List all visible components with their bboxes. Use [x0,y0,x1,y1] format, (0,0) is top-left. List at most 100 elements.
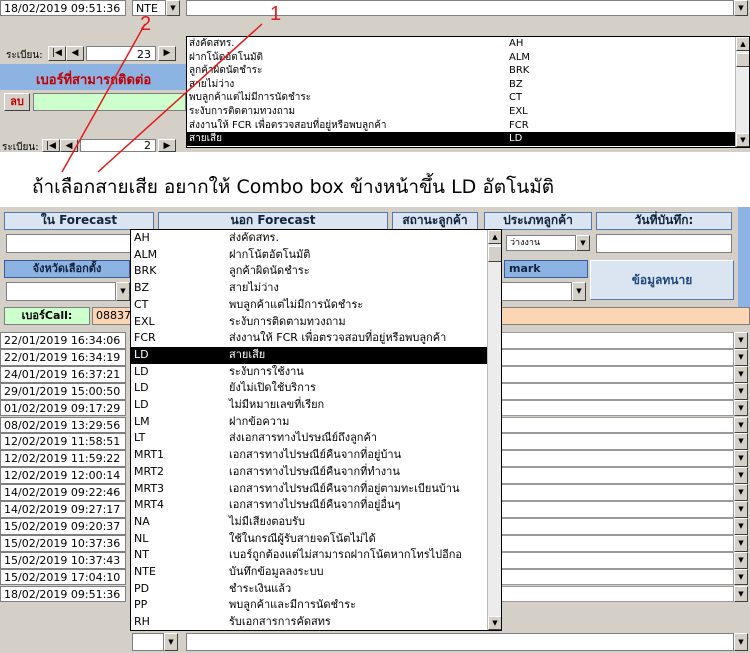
top-panel: 18/02/2019 09:51:36 NTE ▼ ▼ ระเบียน: |◀ … [0,0,750,173]
list-item[interactable]: CT พบลูกค้าแต่ไม่มีการนัดชำระ [131,297,487,314]
list-item[interactable]: RH รับเอกสารการคัดสทร [131,614,487,630]
timestamp-cell[interactable]: 18/02/2019 09:51:36 [0,585,126,603]
chevron-down-icon[interactable]: ▼ [734,568,748,586]
timestamp-cell[interactable]: 15/02/2019 10:37:43 [0,551,126,569]
desc-combo-cell[interactable] [500,399,734,417]
list-item[interactable]: BZ สายไม่ว่าง [131,280,487,297]
list-item[interactable]: LD สายเสีย [131,346,487,364]
chevron-down-icon[interactable]: ▼ [734,551,748,569]
chevron-down-icon[interactable]: ▼ [734,501,748,518]
customer-type-header: ประเภทลูกค้า [484,212,592,230]
list-item[interactable]: LM ฝากข้อความ [131,414,487,431]
list-item-desc: เอกสารทางไปรษณีย์คืนจากที่อยู่ตามทะเบียน… [229,481,460,495]
chevron-down-icon[interactable]: ▼ [734,633,748,651]
list-item[interactable]: MRT4 เอกสารทางไปรษณีย์คืนจากที่อยู่อื่นๆ [131,497,487,514]
timestamp-cell[interactable]: 24/01/2019 16:37:21 [0,365,126,383]
in-forecast-input[interactable] [6,234,132,253]
desc-combo-cell[interactable] [500,551,734,569]
list-item[interactable]: NL ใช้ในกรณีผู้รับสายจดโน้ตไม่ได้ [131,531,487,548]
chevron-down-icon[interactable]: ▼ [734,534,748,552]
desc-combo-cell[interactable] [500,348,734,366]
list-item[interactable]: MRT1 เอกสารทางไปรษณีย์คืนจากที่อยู่บ้าน [131,447,487,464]
desc-combo-cell[interactable] [500,382,734,400]
list-item[interactable]: AH ส่งคัดสทร. [131,230,487,247]
bottom-combo-dropdown-list[interactable]: AH ส่งคัดสทร. ALM ฝากโน้ตอัตโนมัติ BRK ลูกค้า… [130,229,502,631]
desc-combo-cell[interactable] [500,534,734,552]
desc-combo-cell[interactable] [500,332,734,349]
chevron-down-icon[interactable]: ▼ [734,585,748,603]
desc-combo-cell[interactable] [500,517,734,535]
list-item-code: MRT2 [134,464,165,478]
list-item[interactable]: MRT3 เอกสารทางไปรษณีย์คืนจากที่อยู่ตามทะเ… [131,481,487,498]
timestamp-cell[interactable]: 14/02/2019 09:27:17 [0,501,126,518]
timestamp-cell[interactable]: 12/02/2019 11:59:22 [0,450,126,468]
desc-combo-cell[interactable] [500,501,734,518]
timestamp-cell[interactable]: 22/01/2019 16:34:19 [0,348,126,366]
scroll-up-icon[interactable]: ▲ [488,230,501,244]
list-item-desc: สายไม่ว่าง [229,281,279,295]
list-item[interactable]: LD ไม่มีหมายเลขที่เรียก [131,397,487,414]
list-item[interactable]: PP พบลูกค้าและมีการนัดชำระ [131,597,487,614]
chevron-down-icon[interactable]: ▼ [572,282,586,301]
desc-combo-cell[interactable] [500,484,734,501]
timestamp-cell[interactable]: 29/01/2019 15:00:50 [0,382,126,400]
chevron-down-icon[interactable]: ▼ [734,348,748,366]
timestamp-cell[interactable]: 14/02/2019 09:22:46 [0,484,126,501]
list-item[interactable]: LD ระงับการใช้งาน [131,364,487,381]
list-item[interactable]: EXL ระงับการติดตามทวงถาม [131,314,487,331]
desc-combo-cell[interactable] [500,450,734,468]
list-item[interactable]: NTE บันทึกข้อมูลลงระบบ [131,564,487,581]
timestamp-cell[interactable]: 22/01/2019 16:34:06 [0,332,126,349]
customer-type-combo[interactable]: ว่างงาน [506,235,576,251]
chevron-down-icon[interactable]: ▼ [116,282,130,301]
chevron-down-icon[interactable]: ▼ [734,433,748,451]
bottom-desc-combo[interactable] [186,633,734,651]
list-item[interactable]: FCR ส่งงานให้ FCR เพื่อตรวจสอบที่อยู่หรือ… [131,330,487,347]
province-combo[interactable] [6,282,116,301]
list-item-desc: ไม่มีหมายเลขที่เรียก [229,398,325,411]
chevron-down-icon[interactable]: ▼ [734,450,748,468]
desc-combo-cell[interactable] [500,365,734,383]
chevron-down-icon[interactable]: ▼ [734,382,748,400]
chevron-down-icon[interactable]: ▼ [734,517,748,535]
list-item[interactable]: MRT2 เอกสารทางไปรษณีย์คืนจากที่ทำงาน [131,464,487,481]
desc-combo-cell[interactable] [500,416,734,434]
list-item[interactable]: ALM ฝากโน้ตอัตโนมัติ [131,247,487,264]
list-item[interactable]: NT เบอร์ถูกต้องแต่ไม่สามารถฝากโน้ตหากโทรไ… [131,547,487,564]
timestamp-cell[interactable]: 12/02/2019 12:00:14 [0,467,126,485]
list-item[interactable]: PD ชำระเงินแล้ว [131,581,487,598]
chevron-down-icon[interactable]: ▼ [576,235,590,251]
list-item[interactable]: BRK ลูกค้าผิดนัดชำระ [131,263,487,280]
desc-combo-cell[interactable] [500,467,734,485]
desc-combo-cell[interactable] [500,585,734,603]
list-item-desc: ส่งคัดสทร. [229,231,279,244]
desc-combo-cell[interactable] [500,433,734,451]
chevron-down-icon[interactable]: ▼ [734,416,748,434]
scroll-thumb[interactable] [488,246,501,262]
list-item[interactable]: NA ไม่มีเสียงตอบรับ [131,514,487,531]
timestamp-cell[interactable]: 08/02/2019 13:29:56 [0,416,126,434]
list-item[interactable]: LD ยังไม่เปิดใช้บริการ [131,380,487,397]
bottom-code-combo[interactable] [132,633,164,651]
chevron-down-icon[interactable]: ▼ [734,467,748,485]
bottom-list-scrollbar[interactable]: ▲ ▼ [487,230,501,630]
timestamp-cell[interactable]: 15/02/2019 17:04:10 [0,568,126,586]
scroll-down-icon[interactable]: ▼ [488,616,501,630]
lawyer-info-button[interactable]: ข้อมูลทนาย [590,260,734,300]
timestamp-cell[interactable]: 12/02/2019 11:58:51 [0,433,126,451]
chevron-down-icon[interactable]: ▼ [734,365,748,383]
chevron-down-icon[interactable]: ▼ [734,399,748,417]
list-item-code: MRT3 [134,481,165,495]
timestamp-cell[interactable]: 15/02/2019 09:20:37 [0,517,126,535]
timestamp-cell[interactable]: 15/02/2019 10:37:36 [0,534,126,552]
chevron-down-icon[interactable]: ▼ [734,484,748,501]
province-label: จังหวัดเลือกตั้ง [4,260,130,278]
list-item[interactable]: LT ส่งเอกสารทางไปรษณีย์ถึงลูกค้า [131,430,487,447]
list-item-code: LD [134,364,149,378]
desc-combo-cell[interactable] [500,568,734,586]
record-date-header: วันที่บันทึก: [596,212,732,230]
record-date-input[interactable] [596,234,732,253]
chevron-down-icon[interactable]: ▼ [164,633,178,651]
timestamp-cell[interactable]: 01/02/2019 09:17:29 [0,399,126,417]
chevron-down-icon[interactable]: ▼ [734,332,748,349]
